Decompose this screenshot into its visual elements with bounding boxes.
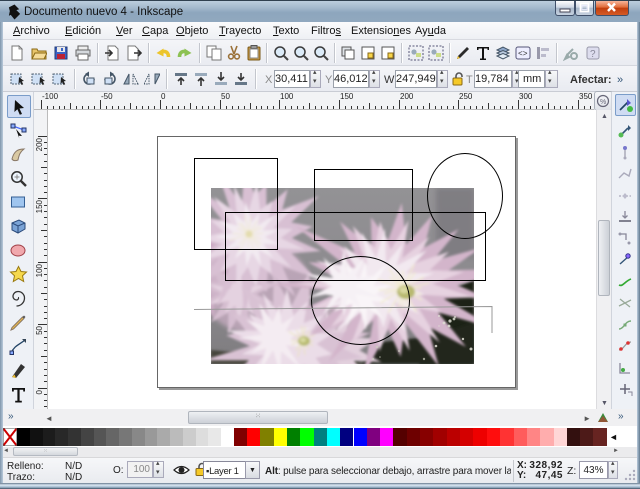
svg-text:<>: <> (518, 50, 528, 59)
svg-text:%: % (600, 99, 606, 106)
svg-text:?: ? (590, 49, 596, 60)
